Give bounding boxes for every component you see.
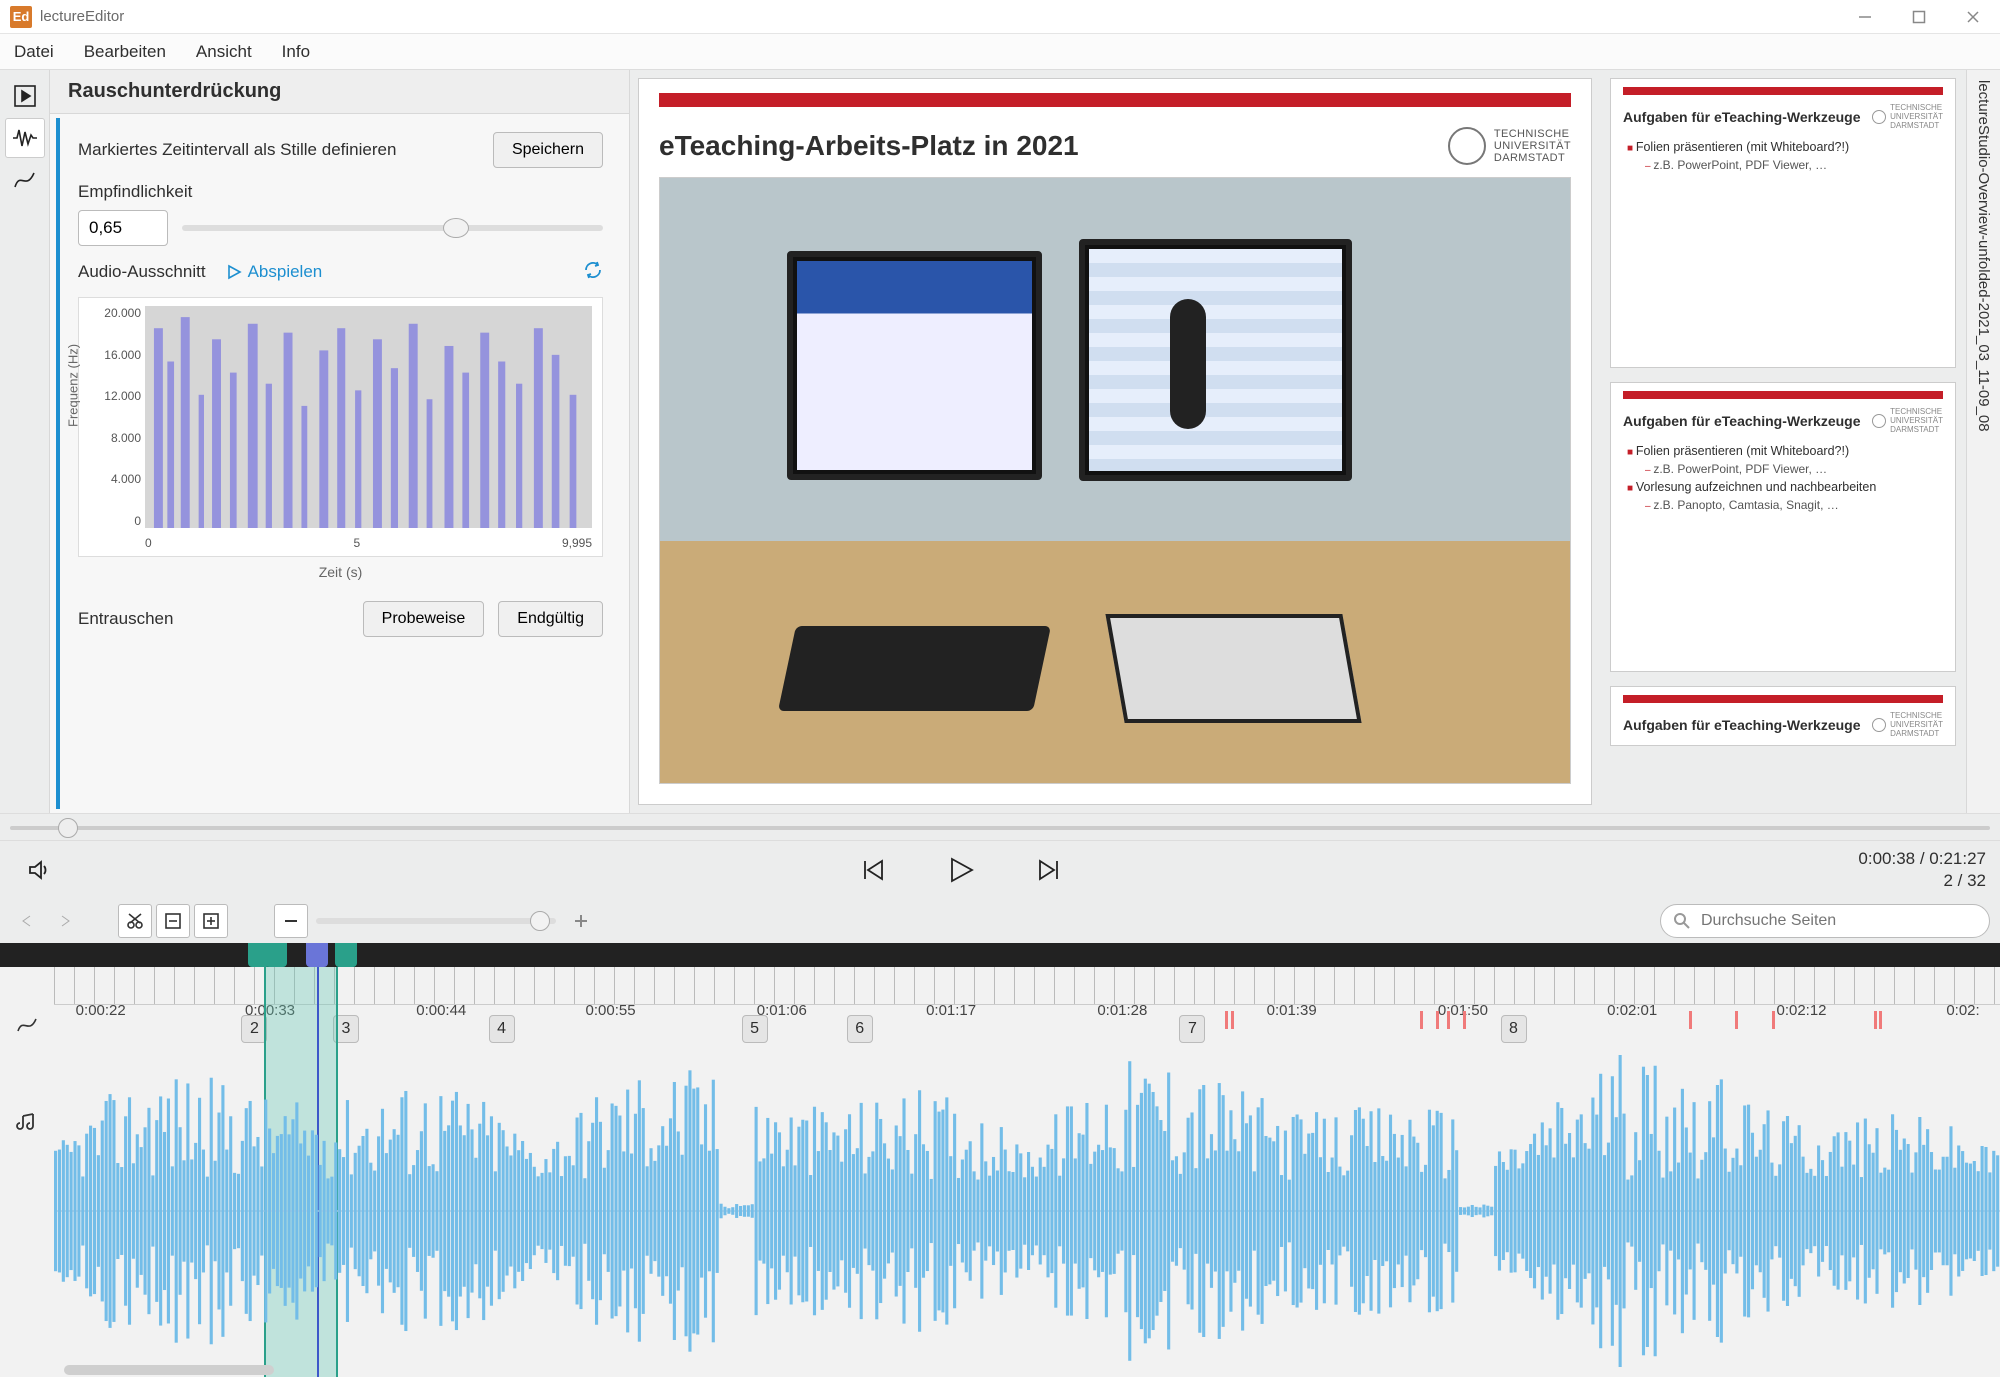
play-clip-button[interactable]: Abspielen xyxy=(226,262,323,282)
refresh-icon[interactable] xyxy=(583,260,603,283)
window-minimize-icon[interactable] xyxy=(1858,10,1872,24)
transport-bar: 0:00:38 / 0:21:27 2 / 32 xyxy=(0,841,2000,899)
remove-page-button[interactable] xyxy=(156,904,190,938)
title-bar: Ed lectureEditor xyxy=(0,0,2000,34)
sensitivity-label: Empfindlichkeit xyxy=(78,182,603,202)
page-search-input[interactable] xyxy=(1699,911,1977,931)
cut-button[interactable] xyxy=(118,904,152,938)
panel-header: Rauschunterdrückung xyxy=(50,70,629,114)
rail-wave-icon[interactable] xyxy=(5,118,45,158)
save-button[interactable]: Speichern xyxy=(493,132,603,168)
window-close-icon[interactable] xyxy=(1966,10,1980,24)
app-icon: Ed xyxy=(10,6,32,28)
edit-toolbar xyxy=(0,899,2000,943)
denoise-label: Entrauschen xyxy=(78,609,349,629)
time-display: 0:00:38 / 0:21:27 xyxy=(1858,848,1986,870)
timeline-h-scrollbar[interactable] xyxy=(64,1365,274,1375)
preview-button[interactable]: Probeweise xyxy=(363,601,485,637)
university-logo: TECHNISCHE UNIVERSITÄT DARMSTADT xyxy=(1448,127,1571,165)
spectrogram-chart: Frequenz (Hz) 20.000 16.000 12.000 8.000… xyxy=(78,297,603,557)
page-marker[interactable]: 6 xyxy=(847,1015,873,1043)
zoom-slider[interactable] xyxy=(316,918,556,924)
page-search[interactable] xyxy=(1660,904,1990,938)
sensitivity-slider[interactable] xyxy=(182,225,603,231)
zoom-in-button[interactable] xyxy=(564,904,598,938)
next-slide-button[interactable] xyxy=(1036,857,1062,883)
play-button[interactable] xyxy=(946,855,976,885)
volume-icon[interactable] xyxy=(27,858,51,882)
marker-strip[interactable] xyxy=(0,943,2000,967)
menu-edit[interactable]: Bearbeiten xyxy=(84,42,166,62)
page-marker[interactable]: 7 xyxy=(1179,1015,1205,1043)
page-marker[interactable]: 5 xyxy=(742,1015,768,1043)
audio-lane-icon xyxy=(0,1102,54,1377)
add-page-button[interactable] xyxy=(194,904,228,938)
page-marker[interactable]: 4 xyxy=(489,1015,515,1043)
prev-slide-button[interactable] xyxy=(860,857,886,883)
zoom-out-button[interactable] xyxy=(274,904,308,938)
rail-scribble-icon[interactable] xyxy=(5,160,45,200)
timeline[interactable]: 0:00:220:00:330:00:440:00:550:01:060:01:… xyxy=(0,967,2000,1377)
slide-preview: eTeaching-Arbeits-Platz in 2021 TECHNISC… xyxy=(638,78,1592,805)
page-display: 2 / 32 xyxy=(1858,870,1986,892)
position-slider[interactable] xyxy=(0,813,2000,841)
window-maximize-icon[interactable] xyxy=(1912,10,1926,24)
page-lane-icon xyxy=(0,1003,54,1102)
final-button[interactable]: Endgültig xyxy=(498,601,603,637)
app-title: lectureEditor xyxy=(40,8,124,25)
undo-button[interactable] xyxy=(10,904,44,938)
thumbnail[interactable]: Aufgaben für eTeaching-WerkzeugeTECHNISC… xyxy=(1610,382,1956,672)
spectro-xlabel: Zeit (s) xyxy=(319,564,363,580)
redo-button[interactable] xyxy=(48,904,82,938)
menu-info[interactable]: Info xyxy=(282,42,310,62)
tool-rail xyxy=(0,70,50,813)
slide-title: eTeaching-Arbeits-Platz in 2021 xyxy=(659,130,1079,162)
page-marker[interactable]: 8 xyxy=(1501,1015,1527,1043)
thumbnail[interactable]: Aufgaben für eTeaching-WerkzeugeTECHNISC… xyxy=(1610,78,1956,368)
rail-slides-icon[interactable] xyxy=(5,76,45,116)
sensitivity-input[interactable] xyxy=(78,210,168,246)
search-icon xyxy=(1673,912,1691,930)
menu-bar: Datei Bearbeiten Ansicht Info xyxy=(0,34,2000,70)
document-tab[interactable]: lectureStudio-Overview-unfolded-2021_03_… xyxy=(1966,70,2000,813)
slide-image xyxy=(659,177,1571,784)
menu-view[interactable]: Ansicht xyxy=(196,42,252,62)
waveform[interactable] xyxy=(54,1055,2000,1367)
clip-label: Audio-Ausschnitt xyxy=(78,262,206,282)
spectro-ylabel: Frequenz (Hz) xyxy=(66,344,81,427)
play-icon xyxy=(226,264,242,280)
thumbnail[interactable]: Aufgaben für eTeaching-WerkzeugeTECHNISC… xyxy=(1610,686,1956,746)
noise-reduction-panel: Rauschunterdrückung Markiertes Zeitinter… xyxy=(50,70,630,813)
menu-file[interactable]: Datei xyxy=(14,42,54,62)
interval-label: Markiertes Zeitintervall als Stille defi… xyxy=(78,140,479,160)
thumbnail-list[interactable]: Aufgaben für eTeaching-WerkzeugeTECHNISC… xyxy=(1600,70,1966,813)
